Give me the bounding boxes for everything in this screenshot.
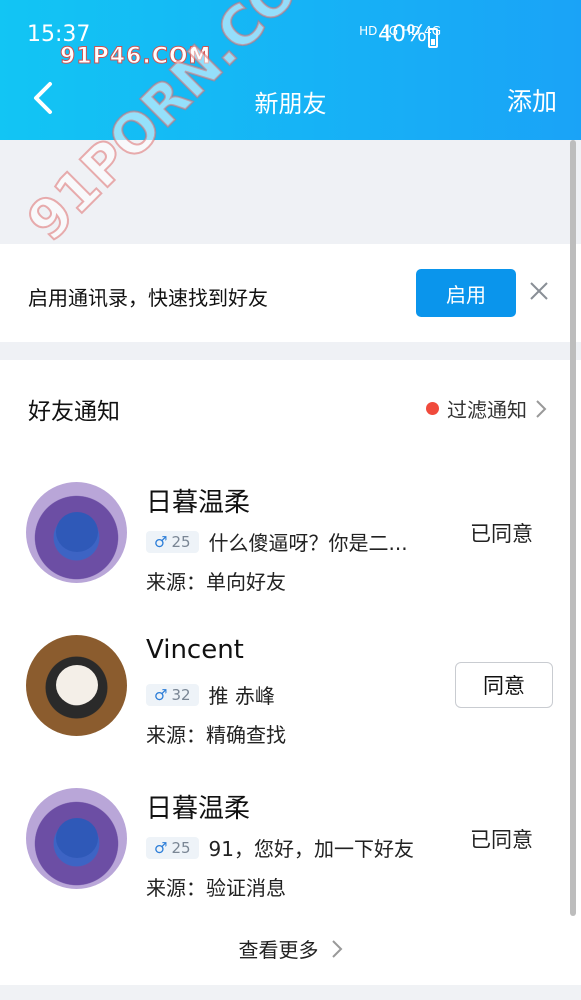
- contacts-prompt-bar: 启用通讯录，快速找到好友 启用: [0, 244, 581, 342]
- friend-name: Vincent: [146, 635, 244, 665]
- age: 25: [171, 532, 191, 551]
- chevron-right-icon: [536, 399, 547, 418]
- agreed-status: 已同意: [470, 828, 533, 852]
- friend-source: 来源：验证消息: [146, 876, 286, 900]
- avatar[interactable]: [26, 788, 127, 889]
- list-item[interactable]: Vincent ♂ 32 推 赤峰 来源：精确查找 同意: [0, 635, 581, 785]
- enable-contacts-button[interactable]: 启用: [416, 269, 516, 317]
- friend-message: 什么傻逼呀？你是二...: [208, 531, 408, 555]
- list-item[interactable]: 日暮温柔 ♂ 25 91，您好，加一下好友 来源：验证消息 已同意: [0, 788, 581, 938]
- age: 25: [171, 838, 191, 857]
- top-header: 15:37 HD 4G HD 4G 40% 91P46.COM 新朋友 添加: [0, 0, 581, 140]
- filter-notifications-link[interactable]: 过滤通知: [426, 394, 547, 423]
- scrollbar[interactable]: [570, 140, 576, 916]
- list-item[interactable]: 日暮温柔 ♂ 25 什么傻逼呀？你是二... 来源：单向好友 已同意: [0, 482, 581, 632]
- close-icon[interactable]: [528, 280, 550, 302]
- see-more-label: 查看更多: [238, 938, 319, 962]
- friend-name: 日暮温柔: [146, 794, 251, 824]
- see-more-link[interactable]: 查看更多: [0, 934, 581, 963]
- agreed-status: 已同意: [470, 522, 533, 546]
- gender-age-badge: ♂ 25: [146, 530, 199, 553]
- age: 32: [171, 685, 191, 704]
- friend-meta: ♂ 25 什么傻逼呀？你是二...: [146, 527, 408, 556]
- gender-age-badge: ♂ 25: [146, 836, 199, 859]
- friend-source: 来源：精确查找: [146, 723, 286, 747]
- friend-source: 来源：单向好友: [146, 570, 286, 594]
- friend-name: 日暮温柔: [146, 488, 251, 518]
- friend-message: 91，您好，加一下好友: [208, 837, 414, 861]
- avatar[interactable]: [26, 635, 127, 736]
- gender-age-badge: ♂ 32: [146, 683, 199, 706]
- avatar[interactable]: [26, 482, 127, 583]
- friend-notifications-panel: 好友通知 过滤通知 日暮温柔 ♂ 25 什么傻逼呀？你是二... 来源：单向好友…: [0, 360, 581, 985]
- section-gap: [0, 342, 581, 360]
- battery-percentage: 40%: [378, 22, 427, 47]
- page-title: 新朋友: [254, 90, 327, 118]
- male-icon: ♂: [154, 685, 168, 704]
- friend-meta: ♂ 32 推 赤峰: [146, 680, 275, 709]
- filter-label: 过滤通知: [447, 398, 527, 422]
- watermark-top: 91P46.COM: [59, 44, 212, 70]
- add-button[interactable]: 添加: [507, 82, 557, 118]
- battery-icon: [428, 28, 438, 48]
- banner-area: [0, 140, 581, 244]
- red-dot-icon: [426, 402, 439, 415]
- male-icon: ♂: [154, 532, 168, 551]
- contacts-prompt-text: 启用通讯录，快速找到好友: [28, 286, 268, 310]
- friend-meta: ♂ 25 91，您好，加一下好友: [146, 833, 414, 862]
- chevron-right-icon: [331, 939, 342, 958]
- friend-message: 推 赤峰: [208, 684, 275, 708]
- agree-button[interactable]: 同意: [455, 662, 553, 708]
- section-title: 好友通知: [28, 399, 120, 425]
- male-icon: ♂: [154, 838, 168, 857]
